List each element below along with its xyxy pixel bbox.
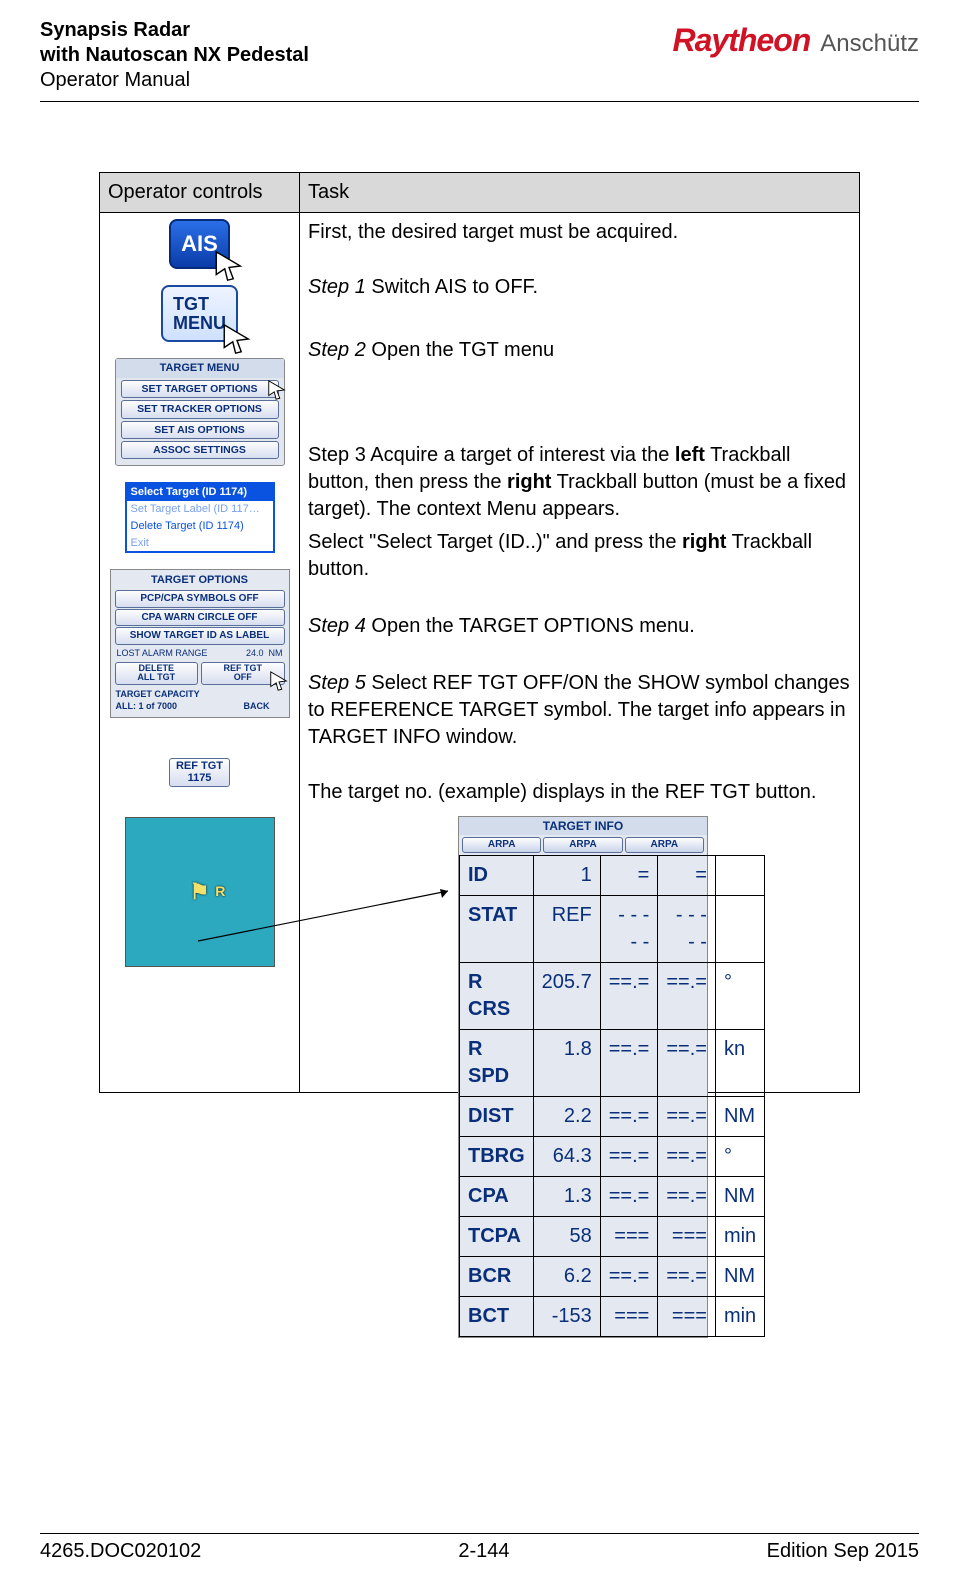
target-info-row: ID1== bbox=[460, 855, 765, 895]
tgt-menu-l1: TGT bbox=[173, 294, 209, 314]
cursor-icon bbox=[220, 322, 254, 356]
task-step1: Step 1 Switch AIS to OFF. bbox=[308, 274, 851, 301]
task-step4: Step 4 Open the TARGET OPTIONS menu. bbox=[308, 613, 851, 640]
target-info-row: TCPA58======min bbox=[460, 1216, 765, 1256]
set-tracker-options-button[interactable]: SET TRACKER OPTIONS bbox=[121, 400, 279, 418]
task-ref-note: The target no. (example) displays in the… bbox=[308, 779, 851, 806]
raytheon-logo: Raytheon bbox=[672, 22, 810, 59]
col-header-controls: Operator controls bbox=[100, 173, 300, 213]
tgt-menu-l2: MENU bbox=[173, 313, 226, 333]
anschutz-logo: Anschütz bbox=[820, 30, 919, 58]
task-step5: Step 5 Select REF TGT OFF/ON the SHOW sy… bbox=[308, 670, 851, 751]
task-step2: Step 2 Open the TGT menu bbox=[308, 337, 851, 364]
target-info-row: R CRS205.7==.===.=° bbox=[460, 962, 765, 1029]
target-info-table: ID1==STATREF- - - - -- - - - -R CRS205.7… bbox=[459, 855, 765, 1337]
target-info-row: BCR6.2==.===.=NM bbox=[460, 1256, 765, 1296]
context-delete-target[interactable]: Delete Target (ID 1174) bbox=[127, 518, 273, 535]
target-info-panel: TARGET INFO ARPA ARPA ARPA ID1==STATREF-… bbox=[458, 816, 708, 1338]
task-step3b: Select "Select Target (ID..)" and press … bbox=[308, 529, 851, 583]
operator-controls-cell: AIS TGT MENU TARGET MENU bbox=[100, 213, 300, 1093]
target-options-title: TARGET OPTIONS bbox=[113, 572, 287, 589]
arrow-icon bbox=[198, 886, 458, 946]
target-options-panel: TARGET OPTIONS PCP/CPA SYMBOLS OFF CPA W… bbox=[110, 569, 290, 718]
arpa-tab-1[interactable]: ARPA bbox=[462, 837, 541, 853]
footer-rule bbox=[40, 1533, 919, 1534]
target-info-wrap: TARGET INFO ARPA ARPA ARPA ID1==STATREF-… bbox=[308, 816, 851, 1086]
task-step3: Step 3 Acquire a target of interest via … bbox=[308, 442, 851, 523]
back-button[interactable]: BACK bbox=[244, 700, 284, 712]
context-menu: Select Target (ID 1174) Set Target Label… bbox=[125, 482, 275, 553]
target-info-row: R SPD1.8==.===.=kn bbox=[460, 1029, 765, 1096]
page-footer: 4265.DOC020102 2-144 Edition Sep 2015 bbox=[40, 1533, 919, 1563]
lost-alarm-range-row: LOST ALARM RANGE 24.0 NM bbox=[113, 646, 287, 660]
set-target-options-button[interactable]: SET TARGET OPTIONS bbox=[121, 380, 279, 398]
cursor-icon bbox=[266, 379, 288, 401]
logo: Raytheon Anschütz bbox=[672, 18, 919, 59]
doc-title-line2: with Nautoscan NX Pedestal bbox=[40, 43, 309, 68]
doc-title-line1: Synapsis Radar bbox=[40, 18, 309, 43]
ais-button[interactable]: AIS bbox=[169, 219, 230, 269]
arpa-tab-2[interactable]: ARPA bbox=[543, 837, 622, 853]
set-ais-options-button[interactable]: SET AIS OPTIONS bbox=[121, 421, 279, 439]
target-info-row: CPA1.3==.===.=NM bbox=[460, 1176, 765, 1216]
cursor-icon bbox=[268, 670, 290, 692]
target-info-row: BCT-153======min bbox=[460, 1296, 765, 1336]
col-header-task: Task bbox=[300, 173, 860, 213]
target-info-row: TBRG64.3==.===.=° bbox=[460, 1136, 765, 1176]
target-capacity-row: TARGET CAPACITYALL: 1 of 7000 BACK bbox=[113, 687, 287, 713]
ref-tgt-result-button[interactable]: REF TGT 1175 bbox=[169, 758, 230, 787]
ref-tgt-off-button[interactable]: REF TGTOFF bbox=[201, 662, 285, 685]
pcp-cpa-symbols-button[interactable]: PCP/CPA SYMBOLS OFF bbox=[115, 590, 285, 608]
target-info-row: DIST2.2==.===.=NM bbox=[460, 1096, 765, 1136]
task-cell: First, the desired target must be acquir… bbox=[300, 213, 860, 1093]
target-menu-panel: TARGET MENU SET TARGET OPTIONS SET TRACK… bbox=[115, 358, 285, 466]
context-set-label[interactable]: Set Target Label (ID 117… bbox=[127, 501, 273, 518]
page-header: Synapsis Radar with Nautoscan NX Pedesta… bbox=[40, 18, 919, 93]
task-intro: First, the desired target must be acquir… bbox=[308, 219, 851, 246]
doc-title-block: Synapsis Radar with Nautoscan NX Pedesta… bbox=[40, 18, 309, 93]
assoc-settings-button[interactable]: ASSOC SETTINGS bbox=[121, 441, 279, 459]
context-select-target[interactable]: Select Target (ID 1174) bbox=[127, 484, 273, 501]
footer-doc: 4265.DOC020102 bbox=[40, 1540, 201, 1563]
instruction-table: Operator controls Task AIS TGT MENU bbox=[99, 172, 860, 1093]
doc-title-line3: Operator Manual bbox=[40, 68, 309, 93]
target-menu-title: TARGET MENU bbox=[116, 359, 284, 378]
context-exit[interactable]: Exit bbox=[127, 535, 273, 552]
footer-edition: Edition Sep 2015 bbox=[767, 1540, 919, 1563]
cursor-icon bbox=[212, 249, 246, 283]
target-info-title: TARGET INFO bbox=[459, 817, 707, 835]
footer-page: 2-144 bbox=[458, 1540, 509, 1563]
cpa-warn-circle-button[interactable]: CPA WARN CIRCLE OFF bbox=[115, 609, 285, 627]
tgt-menu-button[interactable]: TGT MENU bbox=[161, 285, 238, 343]
delete-all-tgt-button[interactable]: DELETEALL TGT bbox=[115, 662, 199, 685]
arpa-tab-3[interactable]: ARPA bbox=[625, 837, 704, 853]
show-target-id-button[interactable]: SHOW TARGET ID AS LABEL bbox=[115, 627, 285, 645]
target-info-row: STATREF- - - - -- - - - - bbox=[460, 895, 765, 962]
